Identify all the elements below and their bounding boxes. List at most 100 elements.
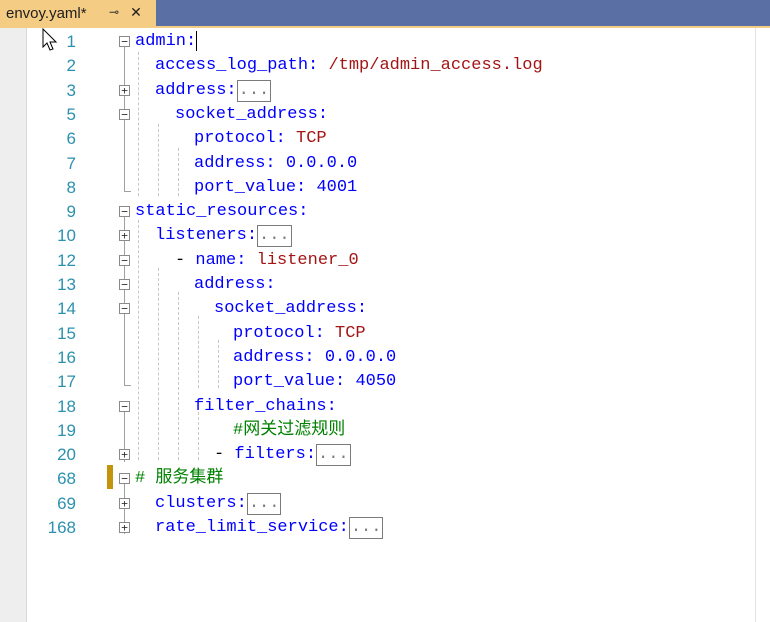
line-number: 19 bbox=[57, 420, 76, 440]
collapsed-block[interactable]: ... bbox=[257, 225, 292, 248]
line-number: 12 bbox=[57, 250, 76, 270]
code-text[interactable]: protocol: TCP bbox=[233, 323, 366, 345]
code-line[interactable]: 8 port_value: 4001 bbox=[0, 176, 755, 200]
line-number: 20 bbox=[57, 445, 76, 465]
expand-fold-icon[interactable]: + bbox=[119, 522, 130, 533]
collapse-fold-icon[interactable]: − bbox=[119, 303, 130, 315]
yaml-separator: : bbox=[236, 493, 247, 513]
file-tab[interactable]: envoy.yaml* ⊸ ✕ bbox=[0, 0, 156, 26]
code-text[interactable]: #网关过滤规则 bbox=[233, 420, 345, 442]
collapse-fold-icon[interactable]: − bbox=[119, 254, 130, 266]
code-text[interactable]: filter_chains: bbox=[194, 396, 337, 418]
code-editor[interactable]: 1− admin: 2 access_log_path: /tmp/admin_acc… bbox=[0, 28, 770, 622]
collapsed-block[interactable]: ... bbox=[236, 79, 272, 102]
code-text[interactable]: - name: listener_0 bbox=[175, 250, 359, 272]
code-line[interactable]: 18 − filter_chains: bbox=[0, 395, 755, 419]
code-text[interactable]: # 服务集群 bbox=[135, 468, 223, 490]
line-number: 68 bbox=[57, 469, 76, 489]
yaml-separator: : bbox=[186, 32, 197, 51]
expand-fold-icon[interactable]: + bbox=[119, 230, 130, 242]
code-text[interactable]: rate_limit_service:... bbox=[155, 517, 384, 539]
collapse-fold-icon[interactable]: − bbox=[119, 108, 130, 120]
code-line[interactable]: 69 + clusters:... bbox=[0, 492, 755, 516]
yaml-key: port_value bbox=[194, 177, 297, 197]
yaml-separator: : bbox=[275, 129, 297, 149]
collapsed-block[interactable]: ... bbox=[246, 492, 282, 515]
code-line[interactable]: 13 − address: bbox=[0, 273, 755, 297]
yaml-separator: : bbox=[305, 445, 317, 465]
yaml-key: socket_address bbox=[175, 104, 318, 124]
code-text[interactable]: - filters:... bbox=[214, 444, 351, 467]
yaml-separator: : bbox=[317, 104, 329, 124]
code-line[interactable]: 68 − # 服务集群 bbox=[0, 467, 755, 491]
yaml-key: address bbox=[233, 347, 305, 367]
code-line[interactable]: 1 − admin: bbox=[0, 30, 755, 54]
tab-title[interactable]: envoy.yaml* bbox=[6, 5, 87, 22]
code-line[interactable]: 3 + address:... bbox=[0, 79, 755, 103]
code-text[interactable]: address: 0.0.0.0 bbox=[194, 153, 357, 175]
code-line[interactable]: 7 address: 0.0.0.0 bbox=[0, 152, 755, 176]
code-text[interactable]: socket_address: bbox=[175, 104, 328, 126]
collapsed-block[interactable]: ... bbox=[348, 517, 384, 539]
close-icon[interactable]: ✕ bbox=[128, 4, 144, 20]
code-line[interactable]: 20 + - filters:... bbox=[0, 443, 755, 467]
yaml-separator: : bbox=[265, 275, 276, 294]
line-number: 10 bbox=[57, 226, 76, 246]
collapse-fold-icon[interactable]: − bbox=[119, 36, 130, 47]
code-text[interactable]: port_value: 4001 bbox=[194, 177, 357, 199]
yaml-separator: : bbox=[246, 226, 258, 246]
line-number: 1 bbox=[66, 32, 76, 51]
code-text[interactable]: access_log_path: /tmp/admin_access.log bbox=[155, 55, 543, 77]
yaml-separator: : bbox=[314, 323, 336, 343]
code-text[interactable]: address: 0.0.0.0 bbox=[233, 347, 396, 369]
line-number: 7 bbox=[66, 153, 76, 173]
collapse-fold-icon[interactable]: − bbox=[119, 473, 130, 485]
comment-text: # 服务集群 bbox=[135, 469, 224, 489]
code-line[interactable]: 17 port_value: 4050 bbox=[0, 370, 755, 394]
code-line[interactable]: 14 − socket_address: bbox=[0, 297, 755, 321]
code-line[interactable]: 5 − socket_address: bbox=[0, 103, 755, 127]
code-text[interactable]: port_value: 4050 bbox=[233, 371, 396, 393]
code-text[interactable]: socket_address: bbox=[214, 298, 367, 320]
code-text[interactable]: address: bbox=[194, 274, 276, 296]
yaml-key: address bbox=[194, 275, 266, 294]
code-line[interactable]: 2 access_log_path: /tmp/admin_access.log bbox=[0, 54, 755, 78]
code-line[interactable]: 168 + rate_limit_service:... bbox=[0, 516, 755, 540]
yaml-key: protocol bbox=[194, 129, 276, 149]
yaml-value: /tmp/admin_access.log bbox=[328, 56, 543, 76]
expand-fold-icon[interactable]: + bbox=[119, 497, 130, 509]
yaml-value: 4001 bbox=[316, 177, 358, 197]
code-text[interactable]: address:... bbox=[155, 79, 272, 102]
collapse-fold-icon[interactable]: − bbox=[119, 206, 130, 218]
line-number: 168 bbox=[47, 518, 76, 537]
code-line[interactable]: 6 protocol: TCP bbox=[0, 127, 755, 151]
yaml-value: TCP bbox=[335, 323, 366, 343]
collapse-fold-icon[interactable]: − bbox=[119, 400, 130, 412]
collapse-fold-icon[interactable]: − bbox=[119, 279, 130, 290]
code-line[interactable]: 16 address: 0.0.0.0 bbox=[0, 346, 755, 370]
code-text[interactable]: listeners:... bbox=[155, 225, 292, 248]
pin-icon[interactable]: ⊸ bbox=[107, 5, 121, 19]
line-number: 8 bbox=[66, 177, 76, 197]
yaml-value: TCP bbox=[296, 129, 327, 149]
yaml-value: 4050 bbox=[355, 372, 397, 392]
code-line[interactable]: 15 protocol: TCP bbox=[0, 322, 755, 346]
line-number: 9 bbox=[66, 202, 76, 222]
expand-fold-icon[interactable]: + bbox=[119, 449, 130, 461]
line-number: 6 bbox=[66, 129, 76, 149]
code-line[interactable]: 10 + listeners:... bbox=[0, 224, 755, 248]
expand-fold-icon[interactable]: + bbox=[119, 84, 130, 96]
code-line[interactable]: 19 #网关过滤规则 bbox=[0, 419, 755, 443]
code-text[interactable]: static_resources: bbox=[135, 201, 308, 223]
yaml-key: name bbox=[195, 250, 237, 270]
code-text[interactable]: admin: bbox=[135, 31, 198, 53]
line-number: 17 bbox=[57, 372, 76, 392]
code-line[interactable]: 12 − - name: listener_0 bbox=[0, 249, 755, 273]
code-text[interactable]: protocol: TCP bbox=[194, 128, 327, 150]
yaml-separator: : bbox=[226, 80, 237, 100]
code-text[interactable]: clusters:... bbox=[155, 492, 282, 515]
yaml-key: address bbox=[155, 80, 227, 100]
collapsed-block[interactable]: ... bbox=[316, 444, 351, 467]
text-caret bbox=[196, 31, 198, 51]
code-line[interactable]: 9 − static_resources: bbox=[0, 200, 755, 224]
